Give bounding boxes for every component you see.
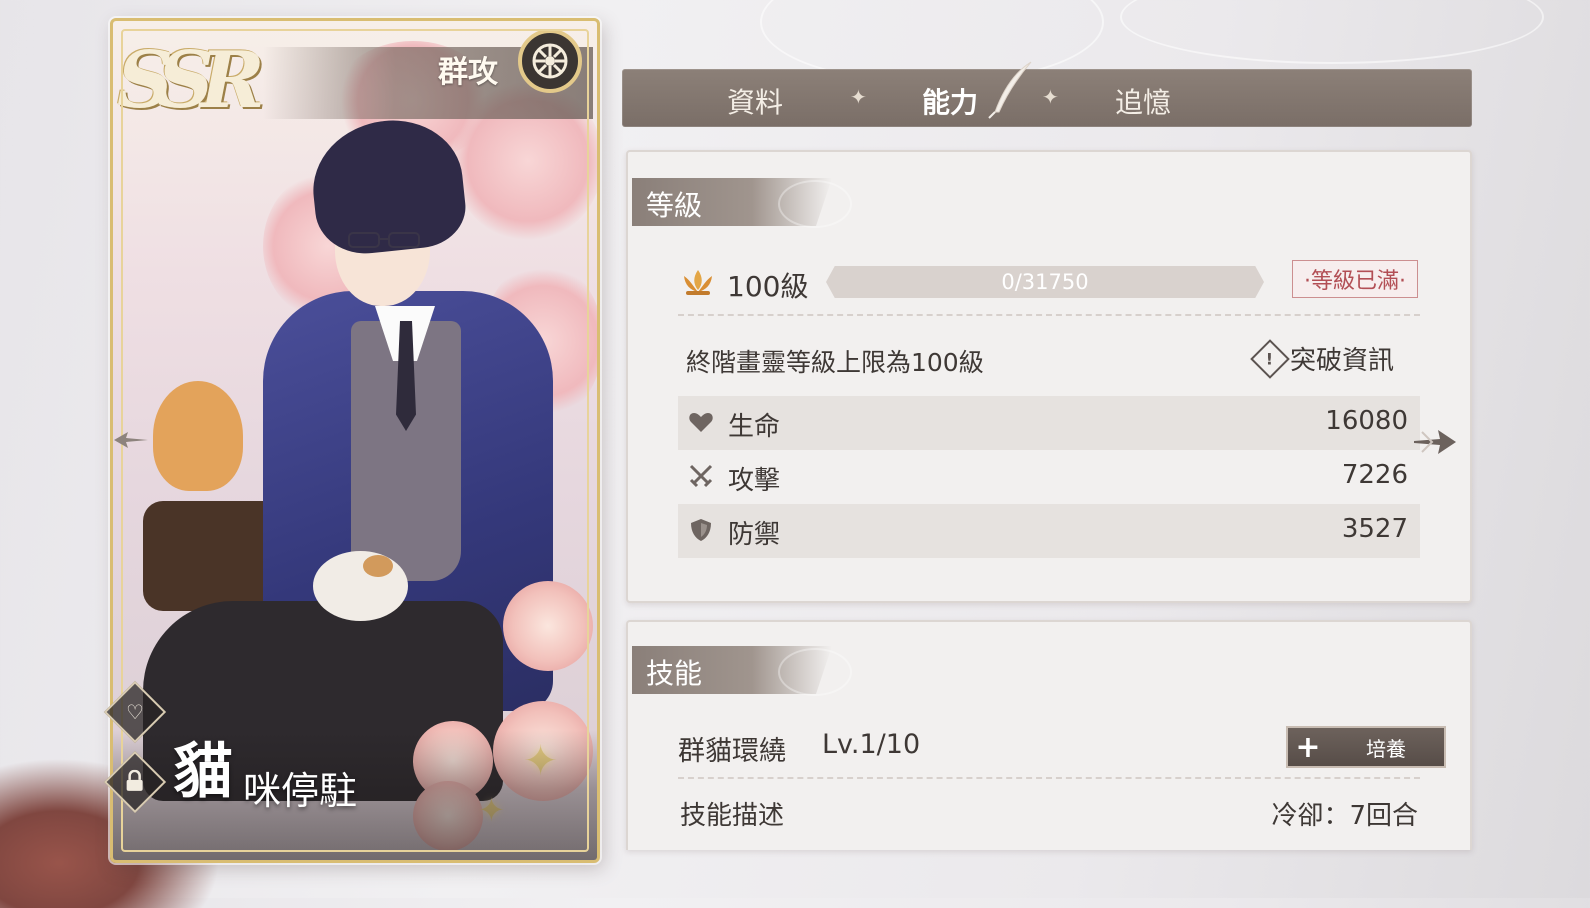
skill-name: 群貓環繞 [678, 736, 786, 767]
wheel-icon [518, 29, 582, 93]
quill-icon [988, 61, 1032, 119]
previous-arrow-icon[interactable] [112, 428, 150, 452]
tab-ability[interactable]: 能力 [922, 81, 978, 121]
stat-row-defense: 防禦 3527 [678, 504, 1420, 558]
plus-icon: + [1295, 729, 1321, 765]
stat-row-attack: 攻擊 7226 [678, 450, 1420, 504]
tab-separator-icon: ✦ [1042, 85, 1059, 109]
divider [678, 314, 1420, 316]
divider [678, 777, 1420, 779]
level-limit-note: 終階畫靈等級上限為100級 [686, 348, 984, 377]
tab-bar: 資料 ✦ 能力 ✦ 追憶 [622, 69, 1472, 127]
stat-row-hp: 生命 16080 [678, 396, 1420, 450]
rose-ornament [778, 648, 852, 696]
cat-spot [363, 555, 393, 577]
lock-icon [125, 769, 145, 795]
rarity-badge: SSR [117, 35, 265, 126]
stat-value: 3527 [1341, 514, 1408, 544]
train-skill-button[interactable]: + 培養 [1286, 726, 1446, 768]
stat-value: 7226 [1341, 460, 1408, 490]
stat-value: 16080 [1325, 406, 1408, 436]
tab-separator-icon: ✦ [850, 85, 867, 109]
level-value: 100級 [727, 270, 809, 303]
stat-label: 防禦 [728, 520, 781, 550]
tab-memories[interactable]: 追憶 [1115, 81, 1171, 121]
glasses [348, 232, 420, 248]
level-section-title: 等級 [646, 189, 703, 222]
breakthrough-info-button[interactable]: ! 突破資訊 [1250, 338, 1395, 379]
tab-info[interactable]: 資料 [727, 81, 783, 121]
stat-label: 攻擊 [728, 466, 781, 496]
crossed-swords-icon [689, 464, 713, 488]
flower [503, 581, 593, 671]
train-button-label: 培養 [1366, 736, 1406, 761]
attack-type-label: 群攻 [438, 55, 498, 90]
exclamation-icon: ! [1250, 338, 1290, 379]
breakthrough-info-label: 突破資訊 [1290, 346, 1395, 376]
skill-section-title: 技能 [646, 657, 703, 690]
skill-description-button[interactable]: 技能描述 [680, 795, 784, 832]
stat-label: 生命 [728, 412, 781, 442]
heart-icon [689, 413, 713, 432]
skill-level: Lv.1/10 [822, 729, 921, 760]
shield-icon [691, 519, 711, 541]
white-cat [313, 551, 408, 621]
lotus-crown-icon [684, 270, 712, 295]
heart-icon: ♡ [126, 700, 144, 724]
skill-cooldown: 冷卻：7回合 [1271, 801, 1418, 831]
character-name-first: 貓 [173, 737, 233, 807]
exp-progress-bar: 0/31750 [826, 266, 1264, 298]
character-name-rest: 咪停駐 [243, 769, 358, 813]
character-card[interactable]: SSR 群攻 ✦ ✦ 貓 咪停駐 [110, 18, 600, 863]
level-max-badge: ·等級已滿· [1292, 260, 1418, 298]
next-arrow-icon[interactable] [1410, 422, 1458, 462]
orange-cat [153, 381, 243, 491]
exp-text: 0/31750 [1001, 270, 1089, 294]
background-swirl [1120, 0, 1544, 64]
rose-ornament [778, 180, 852, 228]
